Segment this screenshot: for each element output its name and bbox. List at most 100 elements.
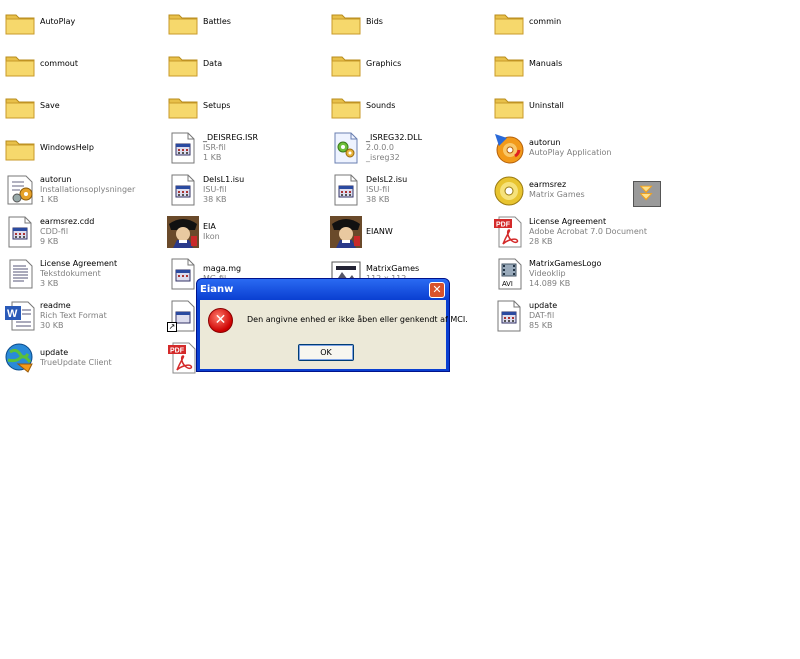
folder-manuals[interactable]: Manuals [493,44,653,84]
folder-commin[interactable]: commin [493,2,653,42]
item-name: autorun [40,175,72,184]
text-document-icon [4,258,36,290]
item-type: DAT-fil [529,311,555,320]
generic-file-icon: ↗ [167,300,199,332]
shortcut-icon: ↗ [167,322,177,332]
dialog-titlebar[interactable]: Eianw ✕ [197,279,449,300]
generic-file-icon [167,174,199,206]
item-name: _DEISREG.ISR [203,133,259,142]
file-matrixgameslogo-avi[interactable]: AVI MatrixGamesLogo Videoklip 14.089 KB [493,254,653,294]
file-license-pdf[interactable]: PDF License Agreement Adobe Acrobat 7.0 D… [493,212,653,252]
folder-windowshelp[interactable]: WindowsHelp [4,128,164,168]
download-arrow-icon[interactable] [633,181,661,207]
item-version: 2.0.0.0 [366,143,394,152]
item-name: Bids [366,17,383,26]
folder-data[interactable]: Data [167,44,327,84]
folder-icon [167,90,199,122]
item-type: Videoklip [529,269,566,278]
word-document-icon: W [4,300,36,332]
item-type: AutoPlay Application [529,148,612,157]
folder-icon [4,90,36,122]
file-pdf-partial[interactable]: PDF [167,338,197,378]
folder-commout[interactable]: commout [4,44,164,84]
svg-text:AVI: AVI [502,281,513,288]
item-name: WindowsHelp [40,143,94,152]
dialog-body: ✕ Den angivne enhed er ikke åben eller g… [200,300,468,369]
file-earmsrez-cdd[interactable]: earmsrez.cdd CDD-fil 9 KB [4,212,164,252]
folder-sounds[interactable]: Sounds [330,86,490,126]
error-icon: ✕ [208,308,233,333]
folder-autoplay[interactable]: AutoPlay [4,2,164,42]
folder-icon [167,6,199,38]
item-size: 1 KB [203,153,222,162]
dialog-title: Eianw [200,284,234,295]
item-size: 9 KB [40,237,59,246]
item-name: License Agreement [529,217,607,226]
generic-file-icon [167,132,199,164]
file-autorun-inf[interactable]: autorun Installationsoplysninger 1 KB [4,170,164,210]
folder-bids[interactable]: Bids [330,2,490,42]
update-globe-icon [4,342,36,374]
item-name: Battles [203,17,231,26]
autoplay-disc-icon [493,132,525,164]
item-size: 38 KB [203,195,227,204]
item-name: update [529,301,558,310]
file-license-txt[interactable]: License Agreement Tekstdokument 3 KB [4,254,164,294]
item-name: Save [40,101,60,110]
file-update-client[interactable]: update TrueUpdate Client [4,338,164,378]
item-type: TrueUpdate Client [40,358,112,367]
close-button[interactable]: ✕ [429,281,445,298]
file-deisl1-isu[interactable]: DeIsL1.isu ISU-fil 38 KB [167,170,327,210]
item-name: earmsrez [529,180,567,189]
avi-file-icon: AVI [493,258,525,290]
item-name: DeIsL2.isu [366,175,408,184]
item-type: Adobe Acrobat 7.0 Document [529,227,647,236]
item-name: AutoPlay [40,17,76,26]
folder-icon [493,48,525,80]
item-type: Rich Text Format [40,311,107,320]
file-autorun-app[interactable]: autorun AutoPlay Application [493,128,653,168]
folder-icon [330,6,362,38]
item-type: CDD-fil [40,227,69,236]
item-name: _ISREG32.DLL [366,133,423,142]
file-shortcut-partial[interactable]: ↗ [167,296,197,336]
folder-icon [330,48,362,80]
item-type: Tekstdokument [40,269,101,278]
item-size: 28 KB [529,237,553,246]
folder-graphics[interactable]: Graphics [330,44,490,84]
item-size: 38 KB [366,195,390,204]
file-eia-icon[interactable]: EIA Ikon [167,212,327,252]
folder-icon [493,90,525,122]
file-readme-rtf[interactable]: W readme Rich Text Format 30 KB [4,296,164,336]
error-dialog[interactable]: Eianw ✕ ✕ Den angivne enhed er ikke åben… [196,278,468,372]
folder-uninstall[interactable]: Uninstall [493,86,653,126]
folder-icon [4,48,36,80]
file-earmsrez-exe[interactable]: earmsrez Matrix Games [493,170,653,210]
item-description: _isreg32 [366,153,400,162]
napoleon-icon [330,216,362,248]
dialog-message: Den angivne enhed er ikke åben eller gen… [247,315,468,324]
folder-battles[interactable]: Battles [167,2,327,42]
file-deisl2-isu[interactable]: DeIsL2.isu ISU-fil 38 KB [330,170,490,210]
folder-save[interactable]: Save [4,86,164,126]
folder-setups[interactable]: Setups [167,86,327,126]
item-size: 1 KB [40,195,59,204]
folder-icon [4,132,36,164]
ok-button[interactable]: OK [298,344,354,361]
pdf-icon: PDF [167,342,199,374]
file-update-dat[interactable]: update DAT-fil 85 KB [493,296,653,336]
item-name: update [40,348,69,357]
file-deisreg-isr[interactable]: _DEISREG.ISR ISR-fil 1 KB [167,128,327,168]
item-name: autorun [529,138,561,147]
item-name: maga.mg [203,264,242,273]
svg-text:PDF: PDF [496,222,511,229]
item-size: 85 KB [529,321,553,330]
item-size: 30 KB [40,321,64,330]
item-name: commin [529,17,562,26]
item-name: License Agreement [40,259,118,268]
item-type: Ikon [203,232,220,241]
file-isreg32-dll[interactable]: _ISREG32.DLL 2.0.0.0 _isreg32 [330,128,490,168]
file-eianw[interactable]: EIANW [330,212,490,252]
item-name: Graphics [366,59,402,68]
dll-file-icon [330,132,362,164]
